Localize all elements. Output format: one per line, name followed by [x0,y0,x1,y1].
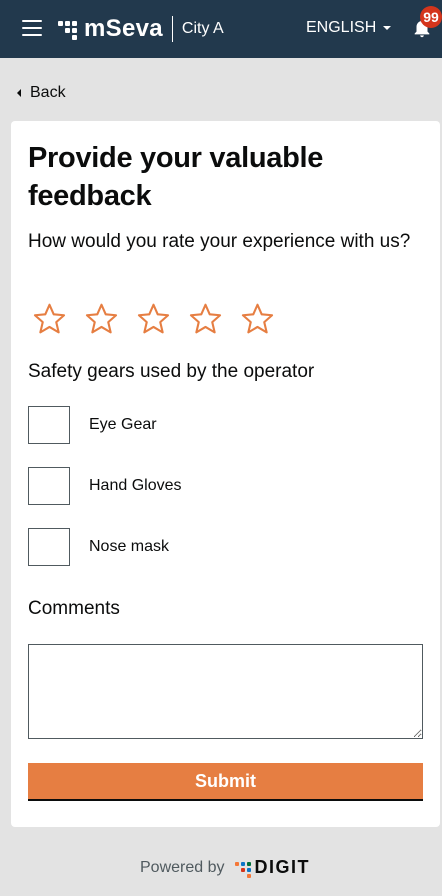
powered-by-label: Powered by [140,858,225,876]
checkbox-row-hand-gloves[interactable]: Hand Gloves [28,467,182,505]
checkbox-hand-gloves[interactable] [28,467,70,505]
chevron-down-icon [383,26,392,30]
checkbox-row-nose-mask[interactable]: Nose mask [28,528,169,566]
language-selector[interactable]: ENGLISH [306,19,392,37]
star-1-icon[interactable] [31,301,68,337]
mseva-logo: mSeva City A [58,13,224,45]
checkbox-label: Nose mask [89,538,170,555]
top-app-bar: mSeva City A ENGLISH 99 [0,0,442,58]
checkbox-nose-mask[interactable] [28,528,70,566]
star-2-icon[interactable] [83,301,120,337]
notification-badge: 99 [420,6,442,28]
star-4-icon[interactable] [187,301,224,337]
star-3-icon[interactable] [135,301,172,337]
comments-textarea[interactable] [28,644,423,739]
comments-label: Comments [28,598,120,619]
checkbox-label: Eye Gear [89,416,157,433]
back-label: Back [30,84,66,101]
feedback-card: Provide your valuable feedback How would… [11,121,440,827]
submit-button[interactable]: Submit [28,763,423,801]
back-arrow-icon [17,89,21,97]
hamburger-icon[interactable] [22,20,42,36]
language-label: ENGLISH [306,19,377,36]
logo-divider [171,16,173,42]
digit-logo-icon [234,861,251,878]
checkbox-eye-gear[interactable] [28,406,70,444]
checkbox-row-eye-gear[interactable]: Eye Gear [28,406,157,444]
city-name: City A [181,20,224,37]
page-title: Provide your valuable feedback [28,142,324,212]
mseva-logo-dots-icon [58,18,80,40]
star-5-icon[interactable] [239,301,276,337]
digit-brand: DIGIT [254,857,310,877]
powered-by-footer: Powered by DIGIT [140,857,310,878]
rating-question: How would you rate your experience with … [28,231,411,252]
back-link[interactable]: Back [17,84,66,102]
app-name: mSeva [84,15,163,42]
star-rating [31,301,291,337]
safety-gear-label: Safety gears used by the operator [28,361,315,382]
checkbox-label: Hand Gloves [89,477,182,494]
